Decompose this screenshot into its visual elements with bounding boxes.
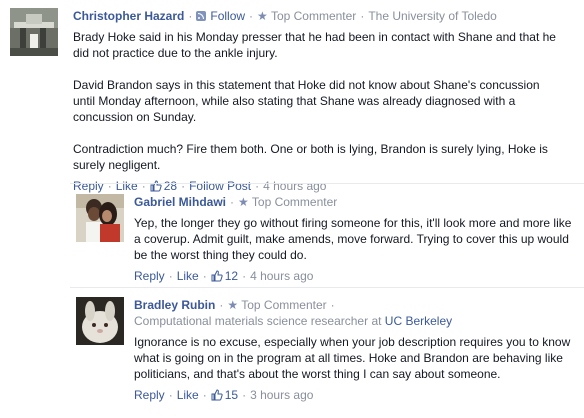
- comment-header: Gabriel Mihdawi · ★ Top Commenter: [134, 194, 584, 210]
- reply-button[interactable]: Reply: [73, 179, 104, 193]
- thumbs-up-icon: [211, 270, 223, 286]
- comment-paragraph: Brady Hoke said in his Monday presser th…: [73, 30, 556, 60]
- avatar-image: [76, 297, 124, 345]
- avatar[interactable]: [10, 8, 58, 56]
- separator: ·: [181, 179, 186, 193]
- author-affiliation: The University of Toledo: [368, 9, 497, 23]
- separator: ·: [330, 298, 335, 312]
- comment-actions: Reply · Like · 12 · 4 hours ago: [134, 268, 584, 286]
- separator: ·: [242, 269, 247, 283]
- star-icon: ★: [238, 195, 249, 209]
- like-button[interactable]: Like: [116, 179, 138, 193]
- avatar-image: [10, 8, 58, 56]
- author-name[interactable]: Christopher Hazard: [73, 9, 184, 23]
- author-name[interactable]: Bradley Rubin: [134, 298, 215, 312]
- separator: ·: [202, 388, 207, 402]
- avatar[interactable]: [76, 297, 124, 345]
- separator: ·: [168, 269, 173, 283]
- timestamp[interactable]: 4 hours ago: [250, 269, 313, 283]
- comment-body: Yep, the longer they go without firing s…: [134, 215, 574, 263]
- top-commenter-badge: Top Commenter: [251, 195, 338, 209]
- separator: ·: [249, 9, 254, 23]
- divider: [70, 183, 584, 184]
- separator: ·: [188, 9, 193, 23]
- comment-paragraph: David Brandon says in this statement tha…: [73, 78, 540, 124]
- separator: ·: [255, 179, 260, 193]
- separator: ·: [107, 179, 112, 193]
- divider: [70, 287, 584, 288]
- separator: ·: [141, 179, 146, 193]
- separator: ·: [168, 388, 173, 402]
- like-count[interactable]: 12: [225, 269, 238, 283]
- comment-actions: Reply · Like · 15 · 3 hours ago: [134, 387, 584, 405]
- affiliation-line: Computational materials science research…: [134, 313, 574, 329]
- rss-icon: [196, 11, 207, 21]
- comment: Christopher Hazard · Follow · ★ Top Commente…: [10, 8, 584, 193]
- comment: Gabriel Mihdawi · ★ Top Commenter Yep, the…: [76, 194, 584, 283]
- star-icon: ★: [257, 9, 268, 23]
- like-button[interactable]: Like: [177, 388, 199, 402]
- reply-button[interactable]: Reply: [134, 388, 165, 402]
- like-count[interactable]: 28: [164, 179, 177, 193]
- comment-header: Bradley Rubin · ★ Top Commenter ·: [134, 297, 584, 313]
- comment-body: Brady Hoke said in his Monday presser th…: [73, 29, 559, 173]
- comment-paragraph: Ignorance is no excuse, especially when …: [134, 335, 571, 381]
- star-icon: ★: [227, 298, 239, 312]
- like-button[interactable]: Like: [177, 269, 199, 283]
- comment-content: Bradley Rubin · ★ Top Commenter · Computati…: [134, 297, 584, 405]
- comment-paragraph: Yep, the longer they go without firing s…: [134, 216, 572, 262]
- avatar-image: [76, 194, 124, 242]
- separator: ·: [242, 388, 247, 402]
- follow-post-button[interactable]: Follow Post: [189, 179, 251, 193]
- separator: ·: [202, 269, 207, 283]
- reply-button[interactable]: Reply: [134, 269, 165, 283]
- comment: Bradley Rubin · ★ Top Commenter · Computati…: [76, 297, 584, 415]
- separator: ·: [360, 9, 365, 23]
- comment-body: Ignorance is no excuse, especially when …: [134, 334, 578, 382]
- top-commenter-badge: Top Commenter: [270, 9, 357, 23]
- avatar[interactable]: [76, 194, 124, 242]
- comment-header: Christopher Hazard · Follow · ★ Top Commente…: [73, 8, 584, 24]
- thumbs-up-icon: [211, 389, 223, 405]
- comment-content: Christopher Hazard · Follow · ★ Top Commente…: [73, 8, 584, 196]
- top-commenter-badge: Top Commenter: [241, 298, 327, 312]
- separator: ·: [219, 298, 224, 312]
- comment-paragraph: Contradiction much? Fire them both. One …: [73, 142, 548, 172]
- timestamp[interactable]: 3 hours ago: [250, 388, 313, 402]
- author-name[interactable]: Gabriel Mihdawi: [134, 195, 226, 209]
- like-count[interactable]: 15: [225, 388, 238, 402]
- separator: ·: [230, 195, 235, 209]
- follow-button[interactable]: Follow: [210, 9, 245, 23]
- comment-content: Gabriel Mihdawi · ★ Top Commenter Yep, the…: [134, 194, 584, 286]
- timestamp[interactable]: 4 hours ago: [263, 179, 326, 193]
- affiliation-link[interactable]: UC Berkeley: [385, 314, 452, 328]
- author-affiliation: Computational materials science research…: [134, 314, 382, 328]
